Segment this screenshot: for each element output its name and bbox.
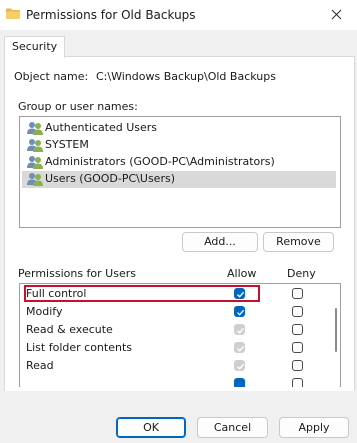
permission-row: Read [20,357,332,375]
permission-name: List folder contents [26,341,132,354]
close-button[interactable] [317,0,357,30]
apply-button[interactable]: Apply [279,417,349,438]
list-item[interactable]: Administrators (GOOD-PC\Administrators) [22,154,336,171]
permission-name: Modify [26,305,63,318]
user-item-label: Authenticated Users [45,121,158,134]
permissions-label: Permissions for Users [18,267,136,280]
deny-checkbox[interactable] [292,306,303,317]
permission-row: Read & execute [20,321,332,339]
users-icon [27,139,43,152]
allow-checkbox[interactable] [234,306,245,317]
users-icon [27,156,43,169]
checkmark-icon [237,345,245,352]
list-item[interactable]: Authenticated Users [22,120,336,137]
add-button[interactable]: Add... [182,232,258,252]
user-item-label: Users (GOOD-PC\Users) [45,172,175,185]
group-label: Group or user names: [18,100,138,113]
permission-name: Read & execute [26,323,113,336]
deny-checkbox[interactable] [292,324,303,335]
user-item-label: Administrators (GOOD-PC\Administrators) [45,155,275,168]
permission-name: Read [26,359,54,372]
deny-checkbox[interactable] [292,342,303,353]
users-icon [27,122,43,135]
dialog-footer: OK Cancel Apply [0,391,357,443]
deny-checkbox[interactable] [292,360,303,371]
user-item-label: SYSTEM [45,138,89,151]
deny-header: Deny [287,267,316,280]
checkmark-icon [237,309,245,316]
deny-checkbox[interactable] [292,288,303,299]
ok-button[interactable]: OK [116,417,186,438]
list-item[interactable]: SYSTEM [22,137,336,154]
allow-checkbox[interactable] [234,378,245,387]
user-list[interactable]: Authenticated Users SYSTEM Administrator… [19,116,341,228]
allow-checkbox [234,342,245,353]
permission-row [20,375,332,387]
users-icon [27,173,43,186]
allow-checkbox [234,324,245,335]
list-item[interactable]: Users (GOOD-PC\Users) [22,171,336,188]
object-name-value: C:\Windows Backup\Old Backups [96,70,276,83]
security-panel: Object name: C:\Windows Backup\Old Backu… [4,56,355,392]
scrollbar-thumb[interactable] [335,308,337,352]
tab-strip: Security [0,30,357,58]
permission-row: Modify [20,303,332,321]
cancel-button[interactable]: Cancel [197,417,268,438]
close-icon [331,9,342,20]
window-title: Permissions for Old Backups [26,8,196,22]
folder-icon [6,8,20,19]
checkmark-icon [237,327,245,334]
remove-button[interactable]: Remove [263,232,334,252]
object-name-label: Object name: [14,70,89,83]
permissions-list[interactable]: Full control Modify Read & execute List … [19,283,341,387]
tab-security[interactable]: Security [4,36,66,58]
permission-row: List folder contents [20,339,332,357]
title-bar: Permissions for Old Backups [0,0,357,30]
allow-header: Allow [227,267,257,280]
allow-checkbox [234,360,245,371]
highlight-box [24,285,260,302]
deny-checkbox[interactable] [292,378,303,387]
checkmark-icon [237,363,245,370]
